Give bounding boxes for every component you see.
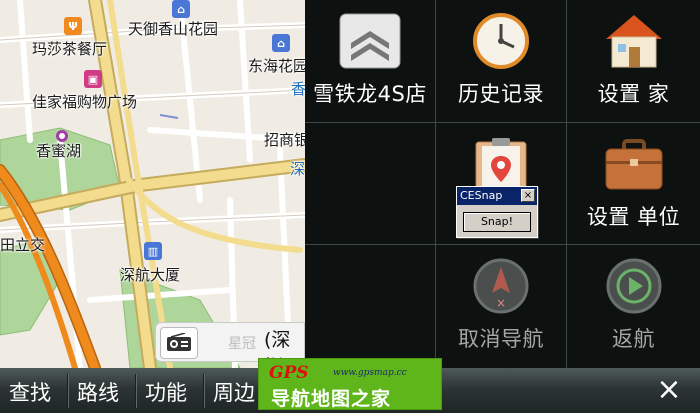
citroen-4s-button[interactable]: 雪铁龙4S店 [305, 0, 436, 123]
cancel-navigation-label: 取消导航 [458, 327, 544, 351]
watermark-text: 导航地图之家 [271, 388, 392, 410]
residence-icon[interactable]: ⌂ [272, 34, 290, 52]
home-icon [602, 12, 666, 70]
set-work-button[interactable]: 设置 单位 [567, 123, 700, 245]
snap-button[interactable]: Snap! [463, 212, 531, 232]
return-navigation-label: 返航 [612, 327, 655, 351]
watermark-logo: GPS [269, 363, 309, 383]
empty-cell [305, 123, 436, 245]
return-navigation-button[interactable]: 返航 [567, 245, 700, 368]
poi-label: 招商银 [264, 131, 305, 149]
history-button[interactable]: 历史记录 [436, 0, 567, 123]
menu-grid: 雪铁龙4S店 历史记录 设置 家 设置 单位 × 取消导航 返航 [305, 0, 700, 368]
briefcase-icon [602, 135, 666, 193]
poi-label: 东海花园 [248, 57, 305, 75]
cancel-navigation-icon: × [469, 257, 533, 315]
empty-cell [305, 245, 436, 368]
cesnap-window[interactable]: CESnap × Snap! [456, 186, 538, 238]
road-label: 深 [290, 160, 305, 178]
cancel-navigation-button[interactable]: × 取消导航 [436, 245, 567, 368]
poi-label: 深航大厦 [120, 266, 181, 284]
route-button[interactable]: 路线 [77, 377, 119, 407]
watermark: GPS www.gpsmap.cc 导航地图之家 [258, 358, 442, 410]
toolbar-divider [135, 374, 136, 408]
shopping-icon[interactable]: ▣ [84, 70, 102, 88]
svg-text:×: × [496, 296, 506, 310]
history-label: 历史记录 [458, 82, 544, 106]
toolbar-divider [203, 374, 204, 408]
clock-icon [469, 12, 533, 70]
poi-label: 玛莎茶餐厅 [32, 40, 108, 58]
set-home-button[interactable]: 设置 家 [567, 0, 700, 123]
scenic-icon[interactable] [56, 130, 68, 142]
poi-label: 天御香山花园 [128, 20, 219, 38]
set-work-label: 设置 单位 [586, 205, 681, 229]
radio-button[interactable] [160, 327, 198, 359]
restaurant-icon[interactable]: Ψ [64, 17, 82, 35]
building-icon[interactable]: ▥ [144, 242, 162, 260]
cesnap-title: CESnap [460, 189, 503, 202]
road-label: 香 [291, 80, 305, 98]
watermark-url: www.gpsmap.cc [333, 368, 407, 378]
card-text: 星冠 [228, 336, 256, 352]
poi-label: 香蜜湖 [36, 142, 82, 160]
radio-icon [167, 333, 191, 351]
set-home-label: 设置 家 [597, 82, 670, 106]
residence-icon[interactable]: ⌂ [172, 0, 190, 18]
function-button[interactable]: 功能 [145, 377, 187, 407]
toolbar-divider [67, 374, 68, 408]
cesnap-close-button[interactable]: × [521, 189, 535, 202]
citroen-logo-icon [338, 12, 402, 70]
return-icon [602, 257, 666, 315]
search-button[interactable]: 查找 [9, 377, 51, 407]
cesnap-title-bar[interactable]: CESnap × [457, 187, 537, 205]
map-view[interactable]: Ψ ⌂ ⌂ ▣ ▥ 天御香山花园 玛莎茶餐厅 东海花园 佳家福购物广场 香蜜湖 … [0, 0, 305, 368]
poi-label: 田立交 [0, 236, 46, 254]
poi-label: 佳家福购物广场 [32, 93, 138, 111]
citroen-4s-label: 雪铁龙4S店 [313, 82, 427, 106]
nearby-button[interactable]: 周边 [213, 377, 255, 407]
clipboard-pin-icon [469, 135, 533, 193]
close-icon[interactable]: × [654, 372, 684, 408]
